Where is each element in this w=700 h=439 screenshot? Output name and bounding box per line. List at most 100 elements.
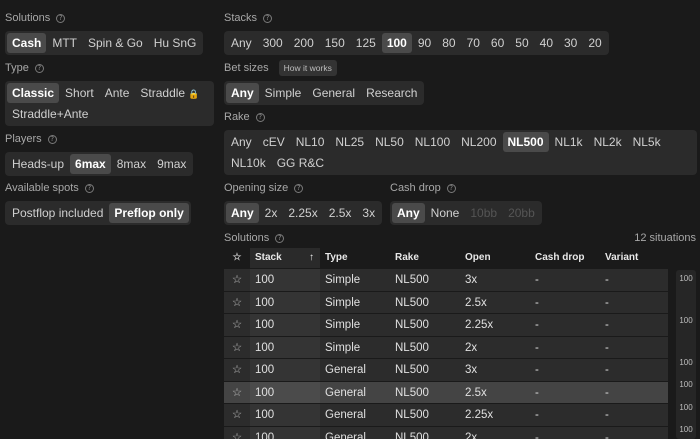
option-any[interactable]: Any	[392, 203, 425, 223]
stack-option[interactable]: 300	[258, 33, 288, 53]
table-row[interactable]: ☆ 100 General NL500 3x - -	[224, 358, 668, 381]
help-icon[interactable]: ?	[263, 13, 273, 23]
help-icon[interactable]: ?	[294, 183, 304, 193]
help-icon[interactable]: ?	[47, 134, 57, 144]
option-classic[interactable]: Classic	[7, 83, 60, 103]
side-scroll-panel[interactable]: 100 100 100 100 100 100	[676, 270, 696, 439]
table-row[interactable]: ☆ 100 Simple NL500 3x - -	[224, 268, 668, 291]
star-icon[interactable]: ☆	[224, 248, 250, 268]
option-simple[interactable]: Simple	[260, 83, 307, 103]
rake-option[interactable]: GG R&C	[272, 153, 329, 173]
option-6max[interactable]: 6max	[70, 154, 111, 174]
rake-option[interactable]: cEV	[258, 132, 290, 152]
column-stack[interactable]: Stack ↑	[250, 248, 320, 268]
cell-rake: NL500	[395, 274, 429, 286]
stack-option[interactable]: 30	[559, 33, 582, 53]
rake-option[interactable]: NL10k	[226, 153, 271, 173]
table-row[interactable]: ☆ 100 General NL500 2.25x - -	[224, 403, 668, 426]
help-icon[interactable]: ?	[34, 63, 44, 73]
cell-open: 2.25x	[465, 319, 494, 331]
players-options: Heads-up 6max 8max 9max	[5, 152, 194, 176]
star-icon[interactable]: ☆	[224, 292, 250, 314]
star-icon[interactable]: ☆	[224, 269, 250, 291]
column-open[interactable]: Open	[460, 248, 530, 268]
option-cash[interactable]: Cash	[7, 33, 47, 53]
stack-option[interactable]: Any	[226, 33, 257, 53]
option-mtt[interactable]: MTT	[47, 33, 82, 53]
stack-option[interactable]: 100	[381, 33, 412, 53]
cell-stack: 100	[250, 314, 320, 336]
help-icon[interactable]: ?	[446, 183, 456, 193]
star-icon[interactable]: ☆	[224, 337, 250, 359]
cell-type: General	[325, 386, 366, 399]
stack-option[interactable]: 90	[413, 33, 436, 53]
option-heads-up[interactable]: Heads-up	[7, 154, 69, 174]
stack-option[interactable]: 125	[351, 33, 381, 53]
rake-option[interactable]: NL500	[502, 132, 549, 152]
option-straddle-ante[interactable]: Straddle+Ante	[7, 104, 93, 124]
rake-option[interactable]: NL25	[330, 132, 369, 152]
star-icon[interactable]: ☆	[224, 404, 250, 426]
rake-option[interactable]: NL1k	[550, 132, 588, 152]
stack-option[interactable]: 20	[583, 33, 606, 53]
cell-type: Simple	[325, 296, 361, 309]
option-postflop-included[interactable]: Postflop included	[7, 203, 108, 223]
help-icon[interactable]: ?	[275, 233, 285, 243]
stack-option[interactable]: 150	[320, 33, 350, 53]
type-filter: Type? Classic Short Ante Straddle 🔒 Strad…	[5, 61, 214, 126]
option-3x[interactable]: 3x	[357, 203, 380, 223]
table-row[interactable]: ☆ 100 General NL500 2.5x - -	[224, 380, 668, 404]
star-icon[interactable]: ☆	[224, 427, 250, 439]
stack-option[interactable]: 40	[535, 33, 558, 53]
option-hu-sng[interactable]: Hu SnG	[149, 33, 202, 53]
table-row[interactable]: ☆ 100 Simple NL500 2x - -	[224, 335, 668, 359]
option-2-25x[interactable]: 2.25x	[283, 203, 322, 223]
option-9max[interactable]: 9max	[152, 154, 191, 174]
star-icon[interactable]: ☆	[224, 314, 250, 336]
rake-option[interactable]: NL200	[456, 132, 501, 152]
stack-option[interactable]: 70	[462, 33, 485, 53]
option-research[interactable]: Research	[361, 83, 422, 103]
cell-cash-drop: -	[535, 386, 539, 399]
option-preflop-only[interactable]: Preflop only	[109, 203, 189, 223]
option-general[interactable]: General	[307, 83, 360, 103]
rake-option[interactable]: NL10	[291, 132, 330, 152]
column-cash-drop[interactable]: Cash drop	[530, 248, 600, 268]
star-icon[interactable]: ☆	[224, 359, 250, 381]
option-ante[interactable]: Ante	[100, 83, 135, 103]
column-type[interactable]: Type	[320, 248, 390, 268]
rake-option[interactable]: NL50	[370, 132, 409, 152]
option-spin-go[interactable]: Spin & Go	[83, 33, 148, 53]
option-none[interactable]: None	[426, 203, 465, 223]
table-body: ☆ 100 Simple NL500 3x - - ☆ 100 Simple NL500 2.5x - -…	[224, 268, 668, 439]
cash-drop-label: Cash drop	[390, 182, 441, 194]
help-icon[interactable]: ?	[84, 183, 94, 193]
option-any[interactable]: Any	[226, 203, 259, 223]
stack-option[interactable]: 60	[486, 33, 509, 53]
stack-option[interactable]: 200	[289, 33, 319, 53]
option-2-5x[interactable]: 2.5x	[324, 203, 357, 223]
option-any[interactable]: Any	[226, 83, 259, 103]
star-icon[interactable]: ☆	[224, 382, 250, 404]
rake-option[interactable]: NL100	[410, 132, 455, 152]
column-variant[interactable]: Variant	[600, 248, 668, 268]
help-icon[interactable]: ?	[255, 112, 265, 122]
column-rake[interactable]: Rake	[390, 248, 460, 268]
stack-option[interactable]: 80	[437, 33, 460, 53]
option-short[interactable]: Short	[60, 83, 99, 103]
rake-option[interactable]: Any	[226, 132, 257, 152]
stacks-options: Any 300 200 150 125 100 90 80 70 60 50 4…	[224, 31, 609, 55]
table-row[interactable]: ☆ 100 General NL500 2x - -	[224, 425, 668, 439]
option-straddle[interactable]: Straddle 🔒	[135, 83, 204, 103]
how-it-works-link[interactable]: How it works	[278, 60, 337, 76]
table-row[interactable]: ☆ 100 Simple NL500 2.25x - -	[224, 313, 668, 336]
table-row[interactable]: ☆ 100 Simple NL500 2.5x - -	[224, 290, 668, 314]
cell-variant: -	[605, 296, 609, 309]
option-2x[interactable]: 2x	[260, 203, 283, 223]
help-icon[interactable]: ?	[56, 13, 66, 23]
rake-option[interactable]: NL2k	[589, 132, 627, 152]
stack-option[interactable]: 50	[510, 33, 533, 53]
option-8max[interactable]: 8max	[112, 154, 151, 174]
rake-option[interactable]: NL5k	[628, 132, 666, 152]
cell-stack: 100	[250, 426, 320, 439]
